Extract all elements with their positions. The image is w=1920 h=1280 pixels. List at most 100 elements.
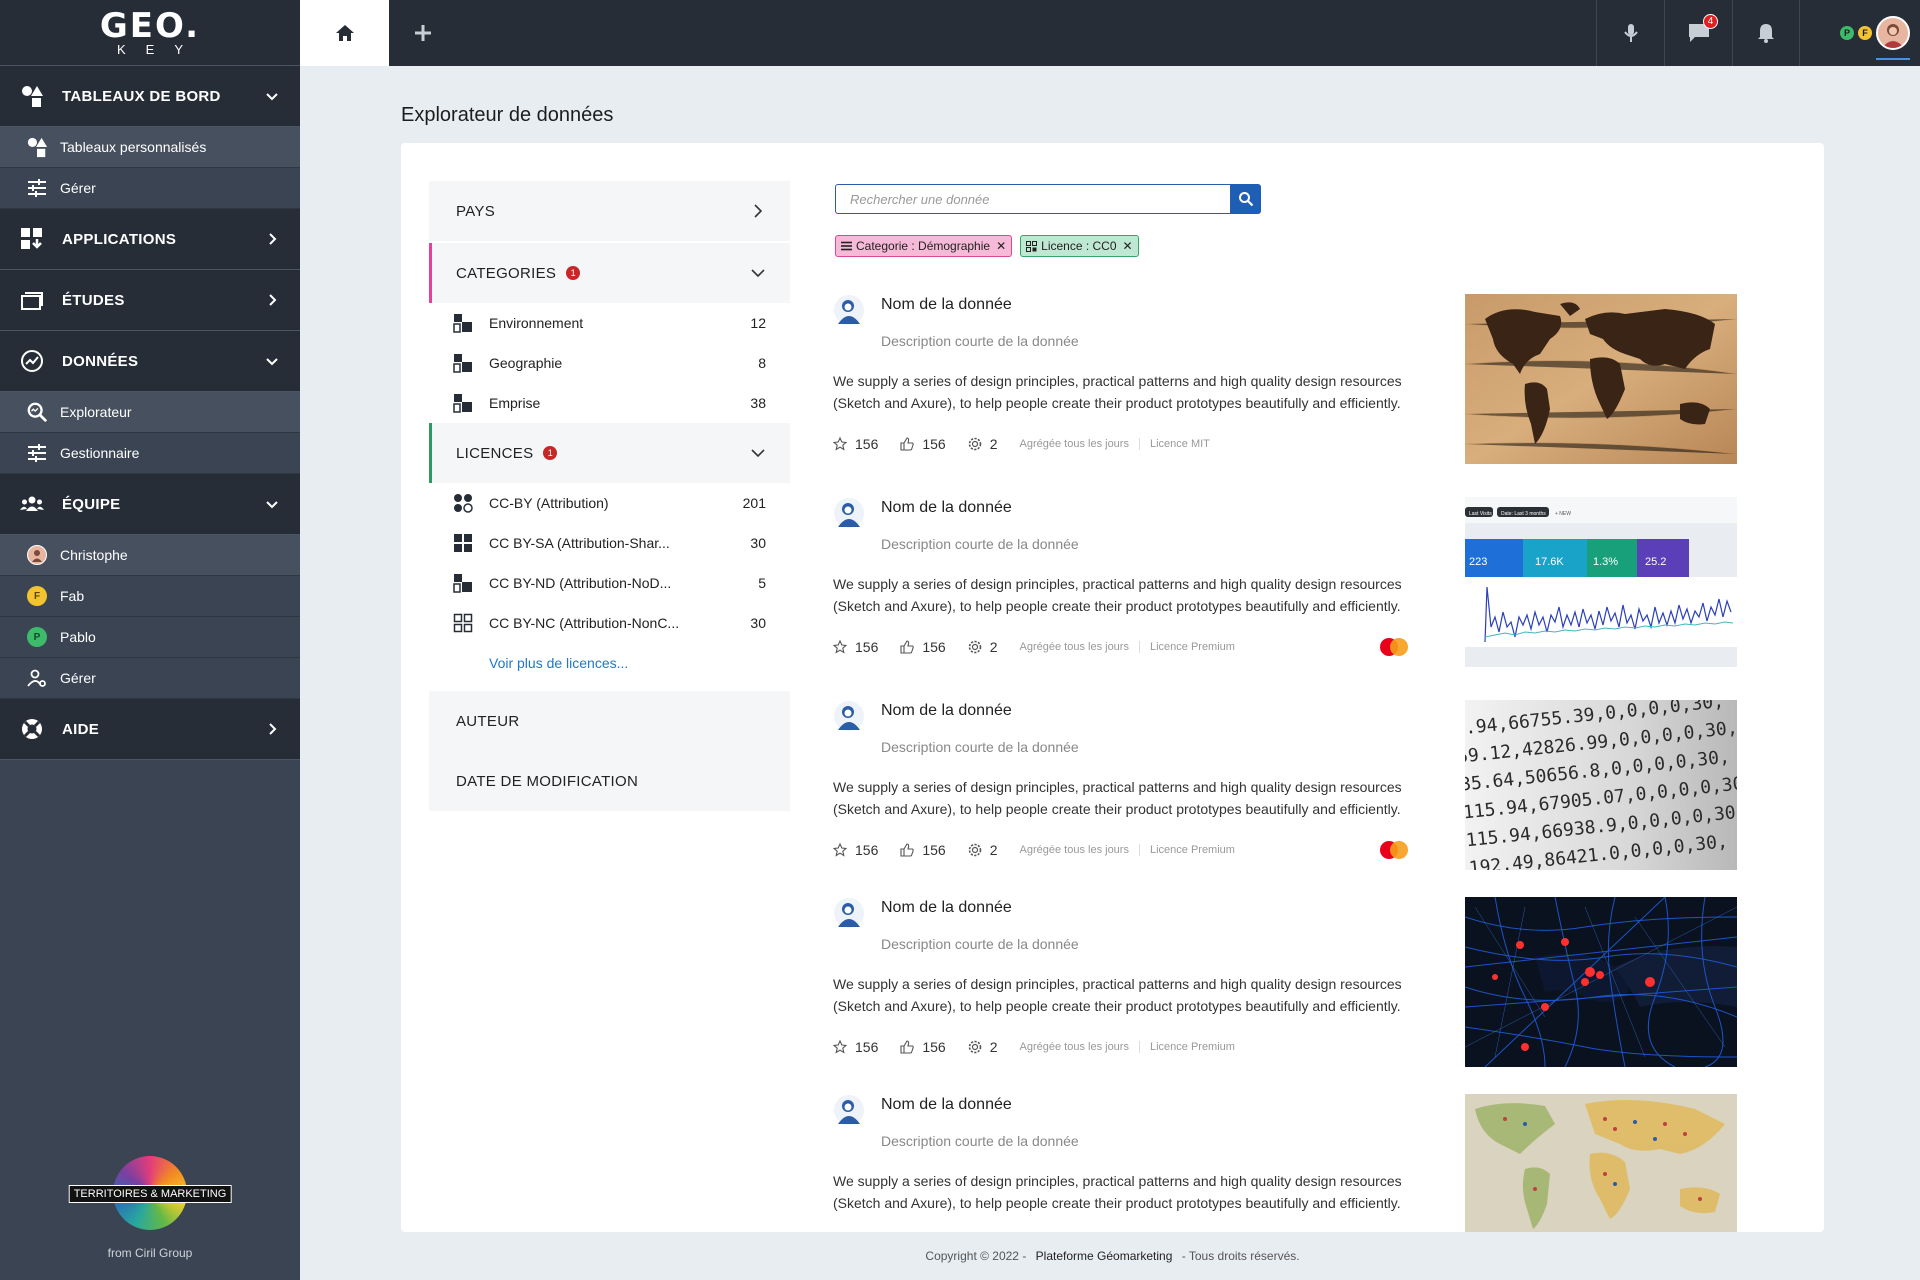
sidebar-item-gestionnaire[interactable]: Gestionnaire [0, 433, 300, 474]
search-data-icon [26, 401, 48, 423]
filter-licences[interactable]: LICENCES 1 [429, 423, 790, 483]
search-bar [835, 184, 1261, 214]
star-button[interactable]: 156 [833, 639, 878, 655]
sidebar-item-explorateur[interactable]: Explorateur [0, 392, 300, 433]
author-avatar [834, 295, 864, 325]
chevron-right-icon [754, 204, 763, 218]
filter-pays[interactable]: PAYS [429, 181, 790, 241]
remove-filter-icon[interactable]: ✕ [996, 239, 1006, 253]
add-button[interactable] [389, 0, 457, 66]
filter-option[interactable]: CC BY-ND (Attribution-NoD... 5 [429, 563, 790, 603]
brand-logo: TERRITOIRES & MARKETING from Ciril Group [0, 1156, 300, 1260]
user-dot-f: F [1858, 26, 1872, 40]
filter-option[interactable]: CC BY-SA (Attribution-Shar... 30 [429, 523, 790, 563]
dashboard-tab: + NEW [1555, 511, 1571, 517]
fork-button[interactable]: 2 [968, 639, 998, 655]
nav-section-tableaux-de-bord[interactable]: TABLEAUX DE BORD [0, 66, 300, 127]
brand-name: TERRITOIRES & MARKETING [68, 1185, 232, 1203]
sidebar: GEO. KEY TABLEAUX DE BORD Tableaux perso… [0, 0, 300, 1280]
star-button[interactable]: 156 [833, 436, 878, 452]
kpi-value: 223 [1469, 556, 1487, 568]
topbar: 4 P F [300, 0, 1920, 66]
filter-option[interactable]: Environnement 12 [429, 303, 790, 343]
gear-icon [968, 437, 982, 451]
payment-card-icon [1380, 841, 1408, 859]
lifebuoy-icon [20, 717, 44, 741]
nav-section-label: ÉQUIPE [62, 495, 121, 513]
nav-section-applications[interactable]: APPLICATIONS [0, 209, 300, 270]
sidebar-item-tableaux-personnalises[interactable]: Tableaux personnalisés [0, 127, 300, 168]
notifications-button[interactable] [1732, 0, 1800, 66]
footer-platform-link[interactable]: Plateforme Géomarketing [1036, 1249, 1173, 1263]
result-title[interactable]: Nom de la donnée [881, 1096, 1012, 1114]
sidebar-item-label: Pablo [60, 629, 96, 645]
filter-label: LICENCES [456, 444, 534, 462]
result-title[interactable]: Nom de la donnée [881, 899, 1012, 917]
chevron-down-icon [751, 269, 765, 278]
sidebar-item-label: Gérer [60, 670, 96, 686]
sidebar-item-pablo[interactable]: P Pablo [0, 617, 300, 658]
sidebar-item-gerer-equipe[interactable]: Gérer [0, 658, 300, 699]
filter-date[interactable]: DATE DE MODIFICATION [429, 751, 790, 811]
update-frequency: Agrégée tous les jours [1019, 438, 1129, 450]
nav-section-aide[interactable]: AIDE [0, 699, 300, 760]
author-avatar [834, 498, 864, 528]
gear-icon [968, 843, 982, 857]
avatar[interactable] [1876, 16, 1910, 50]
filter-option[interactable]: Geographie 8 [429, 343, 790, 383]
result-title[interactable]: Nom de la donnée [881, 702, 1012, 720]
search-input[interactable] [835, 184, 1231, 214]
filter-count-badge: 1 [543, 446, 558, 460]
fork-button[interactable]: 2 [968, 842, 998, 858]
remove-filter-icon[interactable]: ✕ [1123, 239, 1133, 253]
star-button[interactable]: 156 [833, 842, 878, 858]
home-button[interactable] [300, 0, 389, 66]
filter-categories[interactable]: CATEGORIES 1 [429, 243, 790, 303]
thumb-up-icon [900, 437, 915, 451]
user-menu[interactable]: P F [1800, 0, 1920, 66]
messages-button[interactable]: 4 [1664, 0, 1732, 66]
sidebar-item-fab[interactable]: F Fab [0, 576, 300, 617]
see-more-licences-link[interactable]: Voir plus de licences... [429, 643, 790, 683]
fork-button[interactable]: 2 [968, 1039, 998, 1055]
filter-option[interactable]: Emprise 38 [429, 383, 790, 423]
filter-count-badge: 1 [566, 266, 581, 280]
nav-section-equipe[interactable]: ÉQUIPE [0, 474, 300, 535]
world-map-pins-image [1465, 1094, 1737, 1232]
microphone-button[interactable] [1596, 0, 1664, 66]
like-button[interactable]: 156 [900, 1039, 946, 1055]
analytics-dashboard-image: Last Visits Date: Last 3 months + NEW 22… [1465, 497, 1737, 667]
result-body: We supply a series of design principles,… [833, 976, 1402, 1014]
active-filters: Categorie : Démographie ✕ Licence : CC0 … [835, 235, 1139, 257]
nav-section-etudes[interactable]: ÉTUDES [0, 270, 300, 331]
like-button[interactable]: 156 [900, 842, 946, 858]
star-button[interactable]: 156 [833, 1039, 878, 1055]
nav-section-donnees[interactable]: DONNÉES [0, 331, 300, 392]
result-title[interactable]: Nom de la donnée [881, 499, 1012, 517]
sliders-icon [26, 177, 48, 199]
filter-option[interactable]: CC-BY (Attribution) 201 [429, 483, 790, 523]
result-title[interactable]: Nom de la donnée [881, 296, 1012, 314]
filter-auteur[interactable]: AUTEUR [429, 691, 790, 751]
result-body: We supply a series of design principles,… [833, 779, 1402, 817]
category-icon [453, 393, 473, 413]
dashboard-tab: Last Visits [1469, 511, 1492, 517]
result-description: Description courte de la donnée [881, 936, 1079, 952]
update-frequency: Agrégée tous les jours [1019, 641, 1129, 653]
filter-option[interactable]: CC BY-NC (Attribution-NonC... 30 [429, 603, 790, 643]
explorer-card: PAYS CATEGORIES 1 Environnement 12 Geogr… [401, 143, 1824, 1232]
licence-label: Licence MIT [1138, 438, 1220, 450]
kpi-value: 1.3% [1593, 556, 1618, 568]
result-meta: 156 156 2 Agrégée tous les jours Licence… [833, 1037, 1413, 1057]
like-button[interactable]: 156 [900, 436, 946, 452]
licence-icon [453, 493, 473, 513]
logo[interactable]: GEO. KEY [0, 0, 300, 66]
sidebar-item-gerer-tableaux[interactable]: Gérer [0, 168, 300, 209]
fork-button[interactable]: 2 [968, 436, 998, 452]
sidebar-item-christophe[interactable]: Christophe [0, 535, 300, 576]
licence-icon [1026, 240, 1038, 252]
avatar: F [27, 586, 47, 606]
search-button[interactable] [1231, 184, 1261, 214]
like-button[interactable]: 156 [900, 639, 946, 655]
user-gear-icon [26, 667, 48, 689]
